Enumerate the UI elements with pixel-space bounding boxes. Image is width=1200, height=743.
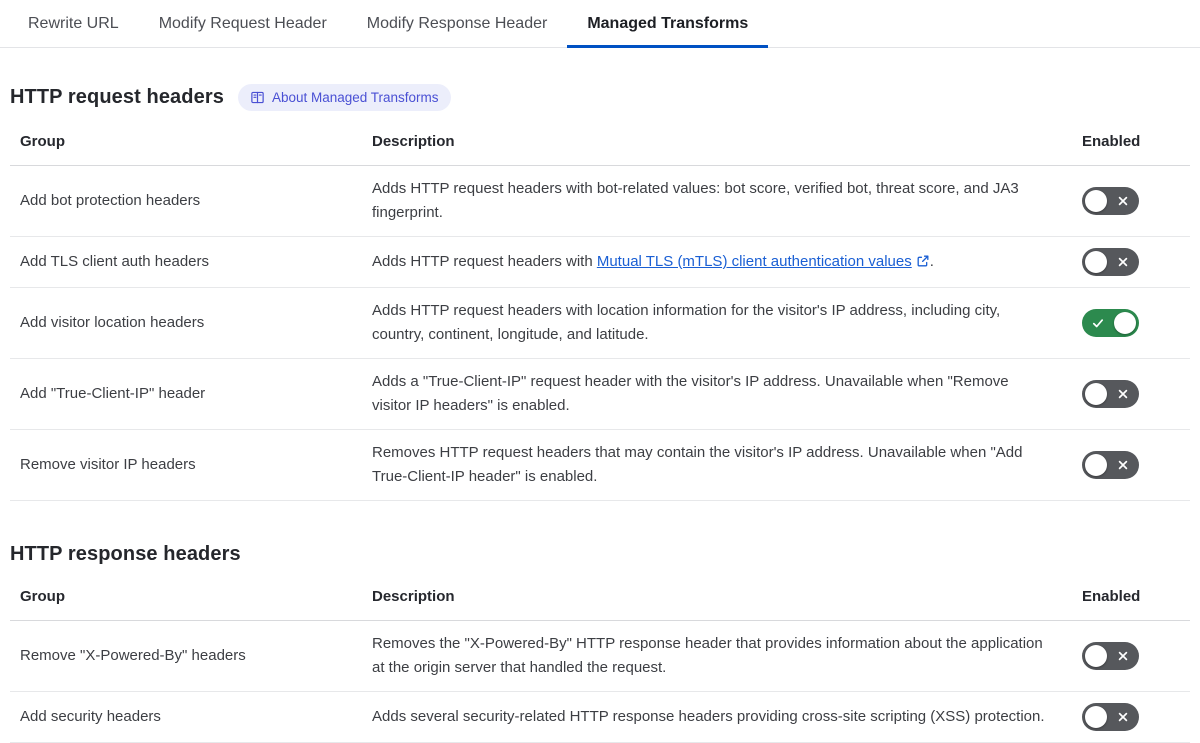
toggle-knob — [1085, 251, 1107, 273]
response-headers-table: Group Description Enabled Remove "X-Powe… — [10, 576, 1190, 743]
toggle-off-x-icon — [1118, 196, 1128, 206]
toggle-knob — [1085, 383, 1107, 405]
row-description: Removes the "X-Powered-By" HTTP response… — [372, 635, 1043, 676]
enabled-toggle-remove-x-powered-by-headers[interactable] — [1082, 642, 1139, 670]
section-title-response: HTTP response headers — [10, 543, 241, 565]
row-description: Adds several security-related HTTP respo… — [372, 708, 1045, 725]
description-text: . — [929, 253, 934, 270]
column-header-group: Group — [20, 588, 65, 605]
toggle-knob — [1085, 706, 1107, 728]
enabled-toggle-add-tls-client-auth-headers[interactable] — [1082, 248, 1139, 276]
tab-rewrite-url[interactable]: Rewrite URL — [8, 0, 139, 47]
table-row: Remove "X-Powered-By" headers Removes the… — [10, 621, 1190, 692]
toggle-knob — [1085, 645, 1107, 667]
external-link-icon — [912, 253, 930, 270]
row-description: Adds HTTP request headers with location … — [372, 302, 1001, 343]
row-enabled-cell — [1072, 631, 1190, 681]
row-group-label: Remove visitor IP headers — [20, 456, 196, 473]
table-row: Add visitor location headers Adds HTTP re… — [10, 288, 1190, 359]
about-managed-transforms-link[interactable]: About Managed Transforms — [237, 84, 451, 111]
http-request-headers-section: HTTP request headers About Managed Trans… — [10, 84, 1190, 501]
column-header-description: Description — [372, 133, 455, 150]
row-enabled-cell — [1072, 298, 1190, 348]
toggle-off-x-icon — [1118, 651, 1128, 661]
row-group-label: Add visitor location headers — [20, 314, 205, 331]
column-header-description: Description — [372, 588, 455, 605]
row-group-label: Add security headers — [20, 708, 161, 725]
http-response-headers-section: HTTP response headers Group Description … — [10, 543, 1190, 743]
section-title-request: HTTP request headers — [10, 86, 224, 108]
table-row: Remove visitor IP headers Removes HTTP re… — [10, 430, 1190, 501]
enabled-toggle-add-bot-protection-headers[interactable] — [1082, 187, 1139, 215]
table-header-row: Group Description Enabled — [10, 121, 1190, 166]
table-row: Add bot protection headers Adds HTTP requ… — [10, 166, 1190, 237]
table-row: Add security headers Adds several securit… — [10, 692, 1190, 743]
tab-managed-transforms[interactable]: Managed Transforms — [567, 0, 769, 48]
tab-bar: Rewrite URL Modify Request Header Modify… — [0, 0, 1200, 48]
toggle-on-check-icon — [1092, 319, 1104, 328]
description-link[interactable]: Mutual TLS (mTLS) client authentication … — [597, 253, 930, 270]
managed-transforms-panel: HTTP request headers About Managed Trans… — [0, 84, 1200, 743]
row-group-label: Add "True-Client-IP" header — [20, 385, 206, 402]
toggle-off-x-icon — [1118, 460, 1128, 470]
row-description: Adds a "True-Client-IP" request header w… — [372, 373, 1009, 414]
badge-label: About Managed Transforms — [271, 89, 439, 105]
enabled-toggle-add-visitor-location-headers[interactable] — [1082, 309, 1139, 337]
description-text: Adds HTTP request headers with — [372, 253, 597, 270]
response-section-header: HTTP response headers — [10, 543, 1190, 566]
row-group-label: Add bot protection headers — [20, 192, 201, 209]
toggle-knob — [1114, 312, 1136, 334]
enabled-toggle-add-security-headers[interactable] — [1082, 703, 1139, 731]
enabled-toggle-add-true-client-ip-header[interactable] — [1082, 380, 1139, 408]
toggle-knob — [1085, 190, 1107, 212]
row-description: Adds HTTP request headers with bot-relat… — [372, 180, 1019, 221]
row-description: Removes HTTP request headers that may co… — [372, 444, 1023, 485]
row-group-label: Add TLS client auth headers — [20, 253, 210, 270]
toggle-knob — [1085, 454, 1107, 476]
row-description: Adds HTTP request headers with Mutual TL… — [362, 239, 1072, 285]
table-body: Remove "X-Powered-By" headers Removes the… — [10, 621, 1190, 743]
column-header-enabled: Enabled — [1082, 588, 1141, 605]
table-row: Add "True-Client-IP" header Adds a "True-… — [10, 359, 1190, 430]
table-header-row: Group Description Enabled — [10, 576, 1190, 621]
table-body: Add bot protection headers Adds HTTP requ… — [10, 166, 1190, 501]
toggle-off-x-icon — [1118, 257, 1128, 267]
tab-modify-response-header[interactable]: Modify Response Header — [347, 0, 568, 47]
toggle-off-x-icon — [1118, 389, 1128, 399]
request-headers-table: Group Description Enabled Add bot protec… — [10, 121, 1190, 501]
row-enabled-cell — [1072, 176, 1190, 226]
row-enabled-cell — [1072, 369, 1190, 419]
table-row: Add TLS client auth headers Adds HTTP req… — [10, 237, 1190, 288]
request-section-header: HTTP request headers About Managed Trans… — [10, 84, 1190, 111]
column-header-group: Group — [20, 133, 65, 150]
toggle-off-x-icon — [1118, 712, 1128, 722]
row-enabled-cell — [1072, 237, 1190, 287]
column-header-enabled: Enabled — [1082, 133, 1141, 150]
book-icon — [250, 90, 265, 105]
row-enabled-cell — [1072, 692, 1190, 742]
tab-modify-request-header[interactable]: Modify Request Header — [139, 0, 347, 47]
enabled-toggle-remove-visitor-ip-headers[interactable] — [1082, 451, 1139, 479]
row-group-label: Remove "X-Powered-By" headers — [20, 647, 246, 664]
row-enabled-cell — [1072, 440, 1190, 490]
